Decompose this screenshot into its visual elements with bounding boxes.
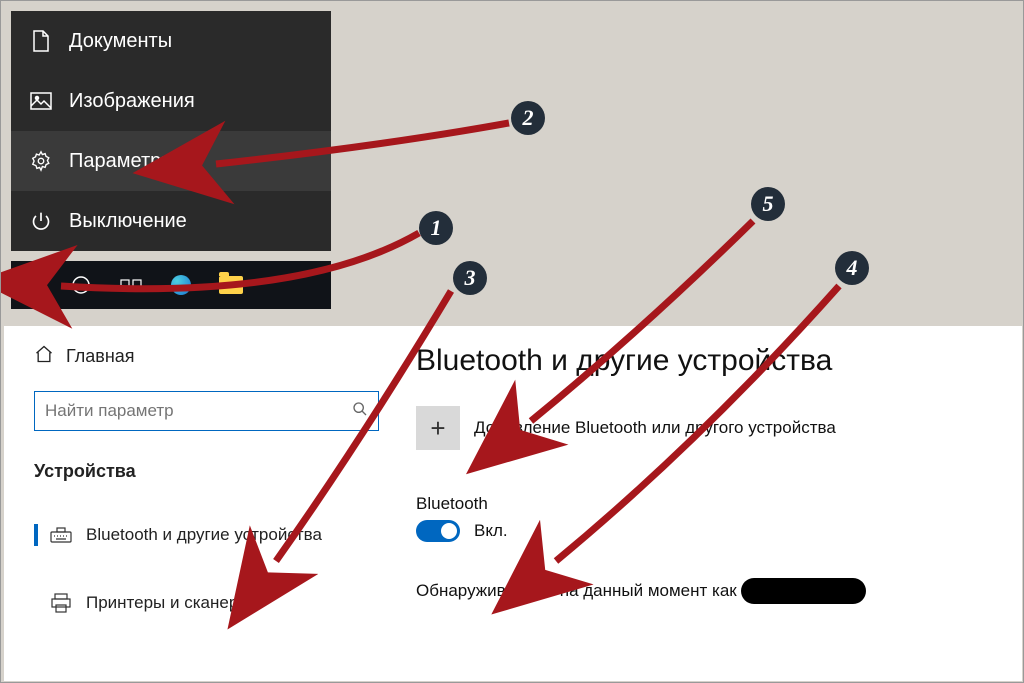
settings-content: Bluetooth и другие устройства + Добавлен… (396, 326, 1022, 681)
start-item-images[interactable]: Изображения (11, 71, 331, 131)
discoverable-text: Обнаруживаемое на данный момент как (416, 578, 1002, 604)
gear-icon (27, 150, 55, 172)
settings-window: Главная Устройства Bluetooth и другие ус… (4, 326, 1022, 681)
settings-search-input[interactable] (34, 391, 379, 431)
page-title: Bluetooth и другие устройства (416, 344, 1002, 378)
step-badge-3: 3 (453, 261, 487, 295)
edge-icon[interactable] (167, 271, 195, 299)
sidebar-item-bluetooth[interactable]: Bluetooth и другие устройства (34, 512, 382, 558)
keyboard-icon (50, 527, 76, 543)
step-badge-5: 5 (751, 187, 785, 221)
settings-sidebar: Главная Устройства Bluetooth и другие ус… (4, 326, 396, 681)
plus-icon: + (430, 413, 445, 444)
settings-home[interactable]: Главная (34, 344, 382, 369)
circle-icon[interactable] (67, 271, 95, 299)
start-item-label: Выключение (69, 210, 187, 233)
power-icon (27, 211, 55, 231)
start-item-power[interactable]: Выключение (11, 191, 331, 251)
step-badge-2: 2 (511, 101, 545, 135)
add-device-button[interactable]: + (416, 406, 460, 450)
discoverable-prefix: Обнаруживаемое на данный момент как (416, 581, 737, 601)
sidebar-item-label: Принтеры и сканеры (86, 593, 251, 613)
start-item-settings[interactable]: Параметры (11, 131, 331, 191)
sidebar-item-printers[interactable]: Принтеры и сканеры (34, 580, 382, 626)
search-icon (352, 401, 368, 422)
bluetooth-section-label: Bluetooth (416, 494, 1002, 514)
toggle-state-label: Вкл. (474, 521, 508, 541)
home-icon (34, 344, 54, 369)
add-device-label: Добавление Bluetooth или другого устройс… (474, 418, 836, 438)
task-view-icon[interactable] (117, 271, 145, 299)
file-explorer-icon[interactable] (217, 271, 245, 299)
start-item-documents[interactable]: Документы (11, 11, 331, 71)
redacted-device-name (741, 578, 866, 604)
active-indicator (34, 524, 38, 546)
taskbar (11, 261, 331, 309)
sidebar-item-label: Bluetooth и другие устройства (86, 525, 322, 545)
category-title: Устройства (34, 461, 382, 482)
bluetooth-toggle[interactable] (416, 520, 460, 542)
home-label: Главная (66, 346, 135, 367)
step-badge-1: 1 (419, 211, 453, 245)
document-icon (27, 30, 55, 52)
start-item-label: Изображения (69, 90, 195, 113)
printer-icon (50, 593, 76, 613)
image-icon (27, 92, 55, 110)
search-field[interactable] (45, 401, 352, 421)
add-device-row[interactable]: + Добавление Bluetooth или другого устро… (416, 406, 1002, 450)
start-icon[interactable] (17, 271, 45, 299)
start-menu-panel: Документы Изображения Параметры Выключен… (11, 11, 331, 251)
start-item-label: Параметры (69, 150, 176, 173)
start-item-label: Документы (69, 30, 172, 53)
step-badge-4: 4 (835, 251, 869, 285)
